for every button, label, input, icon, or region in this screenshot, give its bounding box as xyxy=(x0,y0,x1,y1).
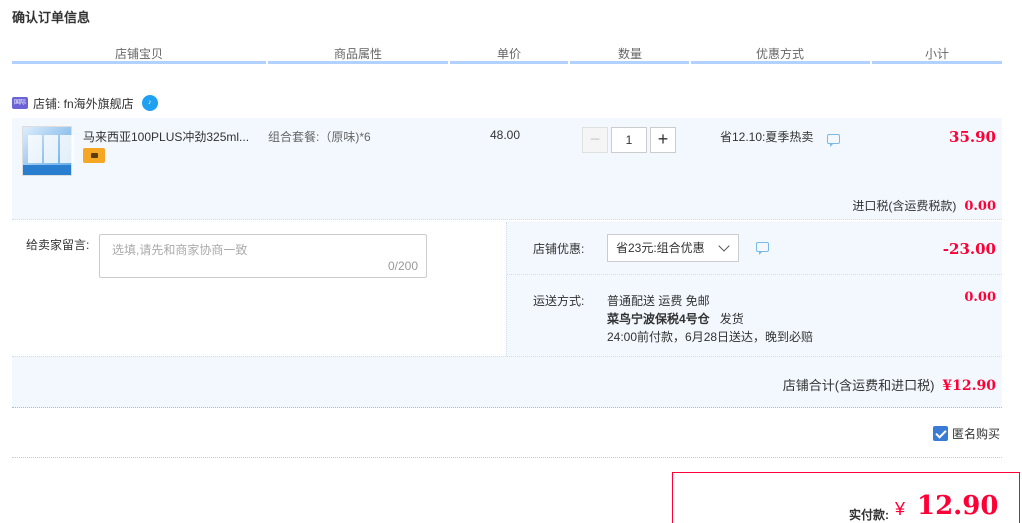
anonymous-purchase[interactable]: 匿名购买 xyxy=(932,425,1000,442)
import-tax-row: 进口税(含运费税款) 0.00 xyxy=(852,197,996,214)
col-subtotal: 小计 xyxy=(924,47,950,61)
shipping-fee: 0.00 xyxy=(964,290,996,305)
divider xyxy=(12,457,1002,458)
col-discount: 优惠方式 xyxy=(755,47,805,61)
delivery-promise: 24:00前付款，6月28日送达，晚到必赔 xyxy=(607,330,814,344)
item-subtotal: 35.90 xyxy=(949,128,996,146)
col-unit-price: 单价 xyxy=(496,47,522,61)
col-attributes: 商品属性 xyxy=(333,47,383,61)
product-name[interactable]: 马来西亚100PLUS冲劲325ml... xyxy=(83,128,261,145)
shop-row: 国际 店铺: fn海外旗舰店 ♪ xyxy=(12,94,158,112)
shop-discount-label: 店铺优惠: xyxy=(533,242,585,256)
global-shop-icon: 国际 xyxy=(12,97,28,109)
promotion-text: 省12.10:夏季热卖 xyxy=(720,130,814,144)
shipping-label: 运送方式: xyxy=(533,294,585,308)
import-tax-label: 进口税(含运费税款) xyxy=(852,199,957,213)
payment-summary-box: 实付款: ¥ 12.90 xyxy=(672,472,1020,523)
page-title: 确认订单信息 xyxy=(12,10,91,25)
shop-total-label: 店铺合计(含运费和进口税) xyxy=(782,378,935,393)
product-attribute: 组合套餐:（原味)*6 xyxy=(268,130,371,144)
decrease-button[interactable]: − xyxy=(582,127,608,153)
warehouse-suffix: 发货 xyxy=(719,312,744,326)
shipping-details: 普通配送 运费 免邮 菜鸟宁波保税4号仓 发货 24:00前付款，6月28日送达… xyxy=(607,292,813,346)
column-header: 店铺宝贝 商品属性 单价 数量 优惠方式 小计 xyxy=(12,42,1002,64)
message-input[interactable]: 选填,请先和商家协商一致 0/200 xyxy=(99,234,427,278)
anonymous-label[interactable]: 匿名购买 xyxy=(952,425,1000,442)
shop-total-row: 店铺合计(含运费和进口税) ¥12.90 xyxy=(12,356,1002,408)
message-placeholder: 选填,请先和商家协商一致 xyxy=(112,243,248,257)
quantity-input[interactable]: 1 xyxy=(611,127,647,153)
unit-price: 48.00 xyxy=(490,128,521,142)
shop-discount-select[interactable]: 省23元:组合优惠 xyxy=(607,234,739,262)
order-item: 马来西亚100PLUS冲劲325ml... 组合套餐:（原味)*6 48.00 … xyxy=(12,118,1002,220)
pay-label: 实付款: xyxy=(849,508,889,522)
pay-currency: ¥ xyxy=(895,499,906,519)
shop-name[interactable]: 店铺: fn海外旗舰店 xyxy=(33,95,134,112)
increase-button[interactable]: + xyxy=(650,127,676,153)
message-label: 给卖家留言: xyxy=(26,238,90,252)
comment-icon[interactable] xyxy=(827,134,840,147)
shop-discount-value: -23.00 xyxy=(942,240,996,258)
card-payment-icon xyxy=(83,148,105,163)
shipping-method: 普通配送 运费 免邮 xyxy=(607,294,710,308)
comment-icon[interactable] xyxy=(756,242,769,255)
col-quantity: 数量 xyxy=(617,47,643,61)
anonymous-checkbox[interactable] xyxy=(932,426,948,441)
pay-amount: 12.90 xyxy=(917,491,999,521)
product-thumbnail[interactable] xyxy=(22,126,72,176)
col-shop-item: 店铺宝贝 xyxy=(114,47,164,61)
quantity-stepper: − 1 + xyxy=(582,127,676,153)
shop-total-value: ¥12.90 xyxy=(942,378,996,394)
message-char-count: 0/200 xyxy=(387,259,418,273)
order-options-panel: 店铺优惠: 省23元:组合优惠 -23.00 运送方式: 普通配送 运费 免邮 … xyxy=(506,222,1002,356)
import-tax-value: 0.00 xyxy=(964,199,996,214)
chat-icon[interactable]: ♪ xyxy=(141,95,158,111)
warehouse-name: 菜鸟宁波保税4号仓 xyxy=(607,312,710,326)
